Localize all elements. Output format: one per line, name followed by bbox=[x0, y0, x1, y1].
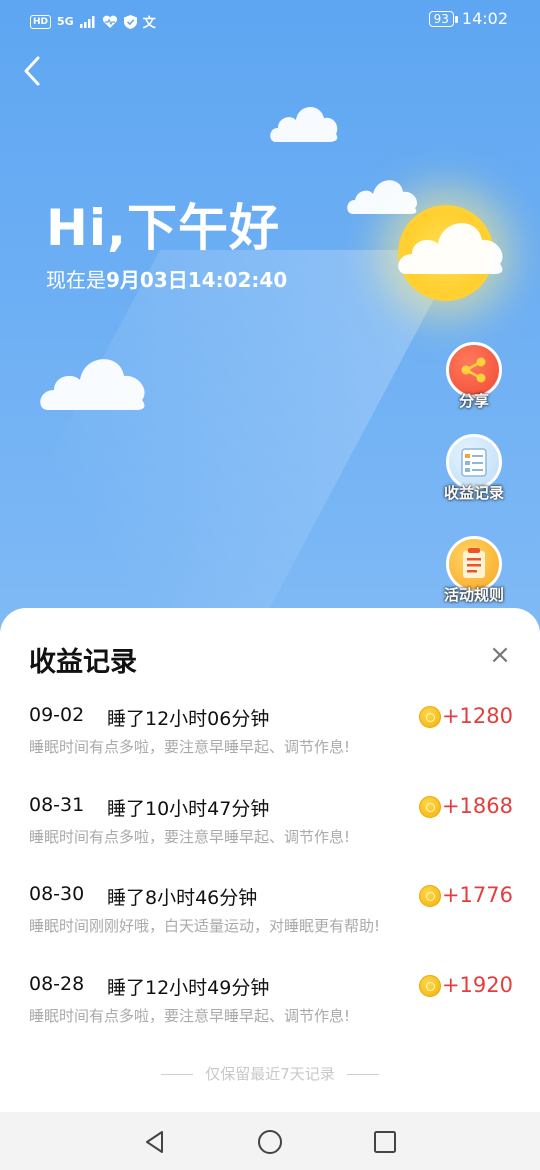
coin-icon bbox=[419, 885, 441, 907]
health-icon bbox=[102, 15, 117, 28]
income-record-button[interactable]: 收益记录 bbox=[434, 434, 514, 503]
sun-ray bbox=[0, 250, 461, 670]
back-button[interactable] bbox=[22, 54, 52, 94]
nav-back-icon[interactable] bbox=[142, 1129, 168, 1155]
shield-icon bbox=[123, 14, 137, 29]
status-bar: HD 5G 文 93 14:02 bbox=[0, 0, 540, 40]
hd-icon: HD bbox=[30, 14, 52, 29]
sheet-title: 收益记录 bbox=[29, 647, 137, 678]
system-nav-bar bbox=[0, 1112, 540, 1170]
share-button[interactable]: 分享 bbox=[434, 342, 514, 411]
chevron-left-icon bbox=[24, 56, 40, 86]
share-label: 分享 bbox=[458, 392, 489, 410]
status-icons: HD 5G 文 bbox=[30, 12, 156, 31]
greeting-title: Hi,下午好 bbox=[46, 199, 280, 257]
activity-rules-label: 活动规则 bbox=[443, 586, 504, 604]
time-prefix: 现在是 bbox=[46, 268, 106, 292]
list-item: 09-02 睡了12小时06分钟 +1280 睡眠时间有点多啦，要注意早睡早起、… bbox=[29, 704, 513, 794]
record-duration: 睡了12小时49分钟 bbox=[107, 976, 270, 999]
activity-rules-button[interactable]: 活动规则 bbox=[434, 536, 514, 605]
status-right: 93 14:02 bbox=[428, 9, 508, 28]
list-item: 08-28 睡了12小时49分钟 +1920 睡眠时间有点多啦，要注意早睡早起、… bbox=[29, 973, 513, 1063]
coin-icon bbox=[419, 706, 441, 728]
record-note: 睡眠时间有点多啦，要注意早睡早起、调节作息! bbox=[29, 827, 351, 846]
nav-recents-icon[interactable] bbox=[372, 1129, 398, 1155]
clock: 14:02 bbox=[461, 9, 508, 28]
coin-icon bbox=[419, 795, 441, 818]
coin-icon bbox=[419, 974, 441, 997]
cloud-illustration bbox=[398, 223, 503, 274]
record-note: 睡眠时间有点多啦，要注意早睡早起、调节作息! bbox=[29, 1006, 351, 1025]
record-note: 睡眠时间刚刚好哦，白天适量运动，对睡眠更有帮助! bbox=[29, 917, 381, 935]
record-date: 08-31 bbox=[29, 793, 85, 816]
list-item: 08-31 睡了10小时47分钟 +1868 睡眠时间有点多啦，要注意早睡早起、… bbox=[29, 794, 513, 884]
cloud-illustration bbox=[347, 180, 418, 214]
close-icon: × bbox=[489, 640, 511, 670]
divider bbox=[346, 1074, 379, 1075]
translate-icon: 文 bbox=[142, 16, 156, 31]
cloud-illustration bbox=[270, 106, 338, 142]
record-duration: 睡了12小时06分钟 bbox=[107, 708, 270, 730]
divider bbox=[161, 1074, 194, 1075]
battery-icon: 93 bbox=[428, 10, 459, 27]
record-points: +1920 bbox=[441, 972, 513, 997]
record-date: 08-28 bbox=[29, 972, 85, 995]
record-points: +1776 bbox=[441, 883, 513, 907]
list-item: 08-30 睡了8小时46分钟 +1776 睡眠时间刚刚好哦，白天适量运动，对睡… bbox=[29, 883, 513, 973]
cloud-illustration bbox=[40, 359, 145, 410]
record-duration: 睡了10小时47分钟 bbox=[107, 797, 270, 820]
income-record-label: 收益记录 bbox=[443, 484, 504, 502]
record-list: 09-02 睡了12小时06分钟 +1280 睡眠时间有点多啦，要注意早睡早起、… bbox=[29, 704, 513, 1062]
footer-note: 仅保留最近7天记录 bbox=[0, 1063, 540, 1084]
income-record-sheet: 收益记录 × 09-02 睡了12小时06分钟 +1280 睡眠时间有点多啦，要… bbox=[0, 608, 540, 1112]
record-date: 08-30 bbox=[29, 883, 85, 905]
nav-home-icon[interactable] bbox=[257, 1129, 283, 1155]
record-points: +1868 bbox=[441, 793, 513, 818]
network-label: 5G bbox=[57, 15, 74, 28]
record-note: 睡眠时间有点多啦，要注意早睡早起、调节作息! bbox=[29, 738, 351, 756]
footer-note-text: 仅保留最近7天记录 bbox=[205, 1065, 335, 1083]
signal-icon bbox=[79, 15, 95, 28]
record-points: +1280 bbox=[441, 704, 513, 728]
current-time-line: 现在是9月03日14:02:40 bbox=[46, 264, 287, 293]
close-button[interactable]: × bbox=[488, 642, 512, 668]
record-duration: 睡了8小时46分钟 bbox=[107, 887, 258, 909]
current-datetime: 9月03日14:02:40 bbox=[106, 268, 288, 292]
record-date: 09-02 bbox=[29, 704, 85, 726]
